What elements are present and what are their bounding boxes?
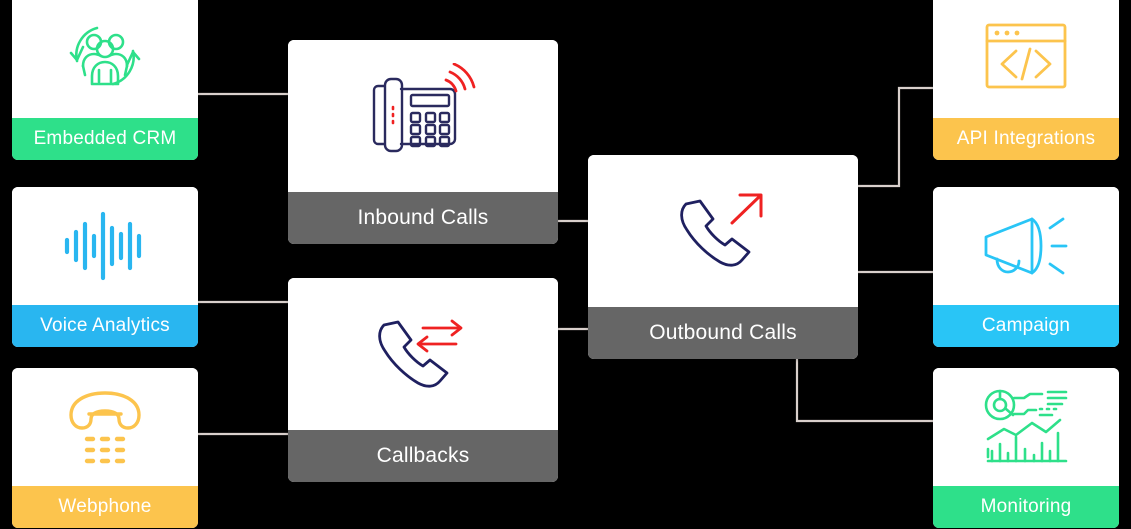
handset-outgoing-arrow-icon (668, 183, 778, 279)
desk-phone-ringing-icon (368, 63, 478, 169)
card-monitoring[interactable]: Monitoring (933, 368, 1119, 528)
voice-analytics-label: Voice Analytics (40, 315, 170, 336)
callbacks-icon-area (288, 278, 558, 430)
embedded-crm-label: Embedded CRM (33, 128, 177, 149)
webphone-icon-area (12, 368, 198, 486)
embedded-crm-icon-area (12, 0, 198, 118)
card-embedded-crm[interactable]: Embedded CRM (12, 0, 198, 160)
campaign-icon-area (933, 187, 1119, 305)
campaign-label-band: Campaign (933, 305, 1119, 347)
analytics-dashboard-icon (980, 387, 1072, 467)
users-refresh-icon (63, 14, 147, 98)
api-integrations-label-band: API Integrations (933, 118, 1119, 160)
inbound-calls-icon-area (288, 40, 558, 192)
code-window-icon (983, 20, 1069, 92)
voice-analytics-icon-area (12, 187, 198, 305)
webphone-label-band: Webphone (12, 486, 198, 528)
api-integrations-label: API Integrations (956, 128, 1096, 149)
voice-analytics-label-band: Voice Analytics (12, 305, 198, 347)
api-integrations-icon-area (933, 0, 1119, 118)
embedded-crm-label-band: Embedded CRM (12, 118, 198, 160)
webphone-label: Webphone (58, 496, 152, 517)
outbound-calls-label: Outbound Calls (649, 321, 797, 344)
megaphone-icon (980, 208, 1072, 284)
card-api-integrations[interactable]: API Integrations (933, 0, 1119, 160)
outbound-calls-icon-area (588, 155, 858, 307)
diagram-canvas: Embedded CRM Voice Analytics Webphone In… (0, 0, 1131, 529)
rotary-phone-icon (59, 387, 151, 467)
inbound-calls-label: Inbound Calls (357, 206, 489, 229)
monitoring-icon-area (933, 368, 1119, 486)
card-webphone[interactable]: Webphone (12, 368, 198, 528)
card-voice-analytics[interactable]: Voice Analytics (12, 187, 198, 347)
monitoring-label: Monitoring (980, 496, 1072, 517)
connector-outbound-to-api (856, 86, 935, 188)
handset-two-way-arrows-icon (368, 306, 478, 402)
inbound-calls-label-band: Inbound Calls (288, 192, 558, 244)
campaign-label: Campaign (981, 315, 1071, 336)
waveform-icon (59, 207, 151, 285)
outbound-calls-label-band: Outbound Calls (588, 307, 858, 359)
callbacks-label-band: Callbacks (288, 430, 558, 482)
card-callbacks[interactable]: Callbacks (288, 278, 558, 482)
card-inbound-calls[interactable]: Inbound Calls (288, 40, 558, 244)
card-campaign[interactable]: Campaign (933, 187, 1119, 347)
callbacks-label: Callbacks (376, 444, 470, 467)
card-outbound-calls[interactable]: Outbound Calls (588, 155, 858, 359)
connector-outbound-to-monitoring (795, 358, 935, 423)
monitoring-label-band: Monitoring (933, 486, 1119, 528)
